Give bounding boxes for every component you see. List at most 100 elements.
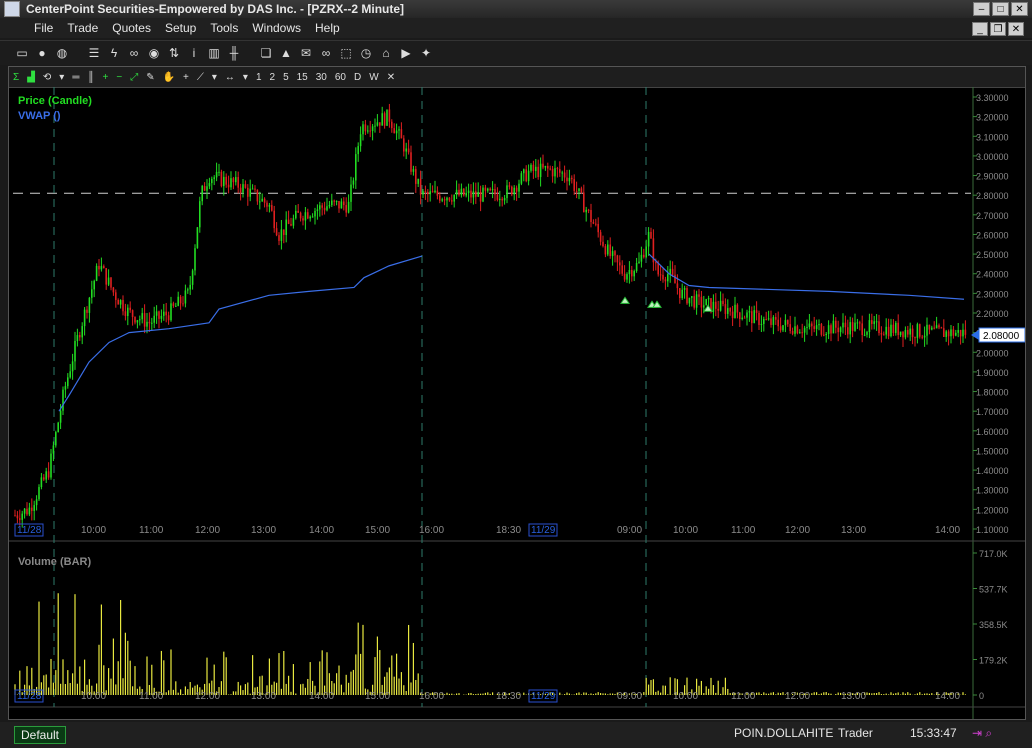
layout-tab[interactable]: Default: [14, 726, 66, 744]
twitter-icon[interactable]: ✦: [416, 43, 436, 63]
hline-icon[interactable]: ═: [72, 72, 79, 83]
candle-chart-icon[interactable]: ╫: [224, 43, 244, 63]
info-icon[interactable]: i: [184, 43, 204, 63]
user-icon[interactable]: ●: [32, 43, 52, 63]
period-5[interactable]: 5: [283, 72, 289, 83]
period-30[interactable]: 30: [316, 72, 327, 83]
globe-icon[interactable]: ◍: [52, 43, 72, 63]
candle-body: [47, 471, 50, 478]
candle-body: [153, 315, 155, 323]
dropdown-icon[interactable]: ▾: [59, 72, 64, 83]
trend-dropdown-icon[interactable]: ▾: [212, 72, 217, 83]
chart-canvas[interactable]: 3.30000 3.20000 3.10000 3.00000 2.90000 2.800…: [9, 87, 1025, 719]
time-label: 10:00: [81, 691, 106, 702]
candle-body: [163, 311, 165, 316]
menu-file[interactable]: File: [34, 21, 53, 35]
mdi-minimize-button[interactable]: _: [972, 22, 988, 36]
candle-body: [921, 336, 923, 338]
clock-icon[interactable]: ◷: [356, 43, 376, 63]
candle-body: [31, 507, 33, 511]
candle-body: [559, 169, 561, 173]
time-label: 09:00: [617, 525, 642, 536]
time-label: 13:00: [841, 691, 866, 702]
window-icon[interactable]: ▭: [12, 43, 32, 63]
menu-trade[interactable]: Trade: [67, 21, 98, 35]
fit-icon[interactable]: ⤢: [130, 72, 138, 83]
sum-icon[interactable]: Σ: [13, 72, 19, 83]
binoculars-icon[interactable]: ∞: [316, 43, 336, 63]
app-icon: [4, 1, 20, 17]
candle-body: [352, 180, 355, 185]
candle-body: [715, 301, 717, 309]
menu-quotes[interactable]: Quotes: [112, 21, 151, 35]
select-icon[interactable]: ⬚: [336, 43, 356, 63]
candle-body: [859, 322, 861, 324]
candle-body: [441, 199, 443, 201]
candle-body: [902, 331, 904, 338]
candle-body: [868, 320, 871, 333]
lightning-icon[interactable]: ϟ: [104, 43, 124, 63]
maximize-button[interactable]: □: [992, 2, 1009, 16]
eye-icon[interactable]: ◉: [144, 43, 164, 63]
mdi-restore-button[interactable]: ❐: [990, 22, 1006, 36]
period-15[interactable]: 15: [297, 72, 308, 83]
period-week[interactable]: W: [369, 72, 378, 83]
copy-icon[interactable]: ❏: [256, 43, 276, 63]
scroll-icon[interactable]: ↔: [225, 72, 235, 83]
candle-body: [635, 263, 638, 271]
period-60[interactable]: 60: [335, 72, 346, 83]
candle-body: [158, 311, 160, 319]
candle-body: [563, 172, 566, 178]
time-label: 14:00: [309, 525, 334, 536]
scroll-dropdown-icon[interactable]: ▾: [243, 72, 248, 83]
close-button[interactable]: ✕: [1011, 2, 1028, 16]
period-2[interactable]: 2: [270, 72, 276, 83]
candle-body: [703, 305, 705, 308]
draw-icon[interactable]: ✎: [146, 72, 154, 83]
chart-type-icon[interactable]: ▟: [27, 72, 35, 83]
sort-icon[interactable]: ⇅: [164, 43, 184, 63]
candle-body: [731, 311, 734, 318]
alert-icon[interactable]: ▲: [276, 43, 296, 63]
hand-icon[interactable]: ✋: [163, 72, 175, 83]
list-icon[interactable]: ☰: [84, 43, 104, 63]
youtube-icon[interactable]: ▶: [396, 43, 416, 63]
candle-body: [599, 232, 602, 242]
vline-icon[interactable]: ║: [87, 72, 94, 83]
candle-body: [472, 191, 475, 198]
home-icon[interactable]: ⌂: [376, 43, 396, 63]
link-icon[interactable]: ∞: [124, 43, 144, 63]
menu-windows[interactable]: Windows: [252, 21, 301, 35]
logout-icon[interactable]: ⇥ ⌕: [972, 726, 992, 741]
crosshair-icon[interactable]: +: [183, 72, 189, 83]
candle-body: [775, 317, 777, 320]
close-chart-icon[interactable]: ✕: [387, 72, 395, 83]
time-label: 12:00: [195, 525, 220, 536]
refresh-icon[interactable]: ⟲: [43, 72, 51, 83]
menu-tools[interactable]: Tools: [210, 21, 238, 35]
time-label: 11/29: [531, 525, 556, 536]
time-label: 18:30: [496, 525, 521, 536]
candle-body: [323, 207, 326, 211]
candle-body: [268, 205, 271, 207]
zoom-out-icon[interactable]: −: [116, 72, 122, 83]
price-tick-label: 2.60000: [976, 230, 1009, 240]
mdi-close-button[interactable]: ✕: [1008, 22, 1024, 36]
menu-bar: File Trade Quotes Setup Tools Windows He…: [0, 18, 1032, 38]
bar-chart-icon[interactable]: ▥: [204, 43, 224, 63]
period-1[interactable]: 1: [256, 72, 262, 83]
minimize-button[interactable]: –: [973, 2, 990, 16]
candle-body: [734, 304, 736, 318]
period-day[interactable]: D: [354, 72, 361, 83]
candle-body: [431, 191, 434, 193]
candle-body: [93, 280, 95, 290]
mail-icon[interactable]: ✉: [296, 43, 316, 63]
candle-body: [811, 323, 813, 327]
time-label: 11:00: [139, 691, 164, 702]
trendline-icon[interactable]: ⟋: [197, 72, 204, 83]
menu-setup[interactable]: Setup: [165, 21, 196, 35]
zoom-in-icon[interactable]: +: [103, 72, 109, 83]
candle-body: [45, 471, 47, 480]
menu-help[interactable]: Help: [315, 21, 340, 35]
legend-vwap: VWAP (): [18, 110, 61, 122]
